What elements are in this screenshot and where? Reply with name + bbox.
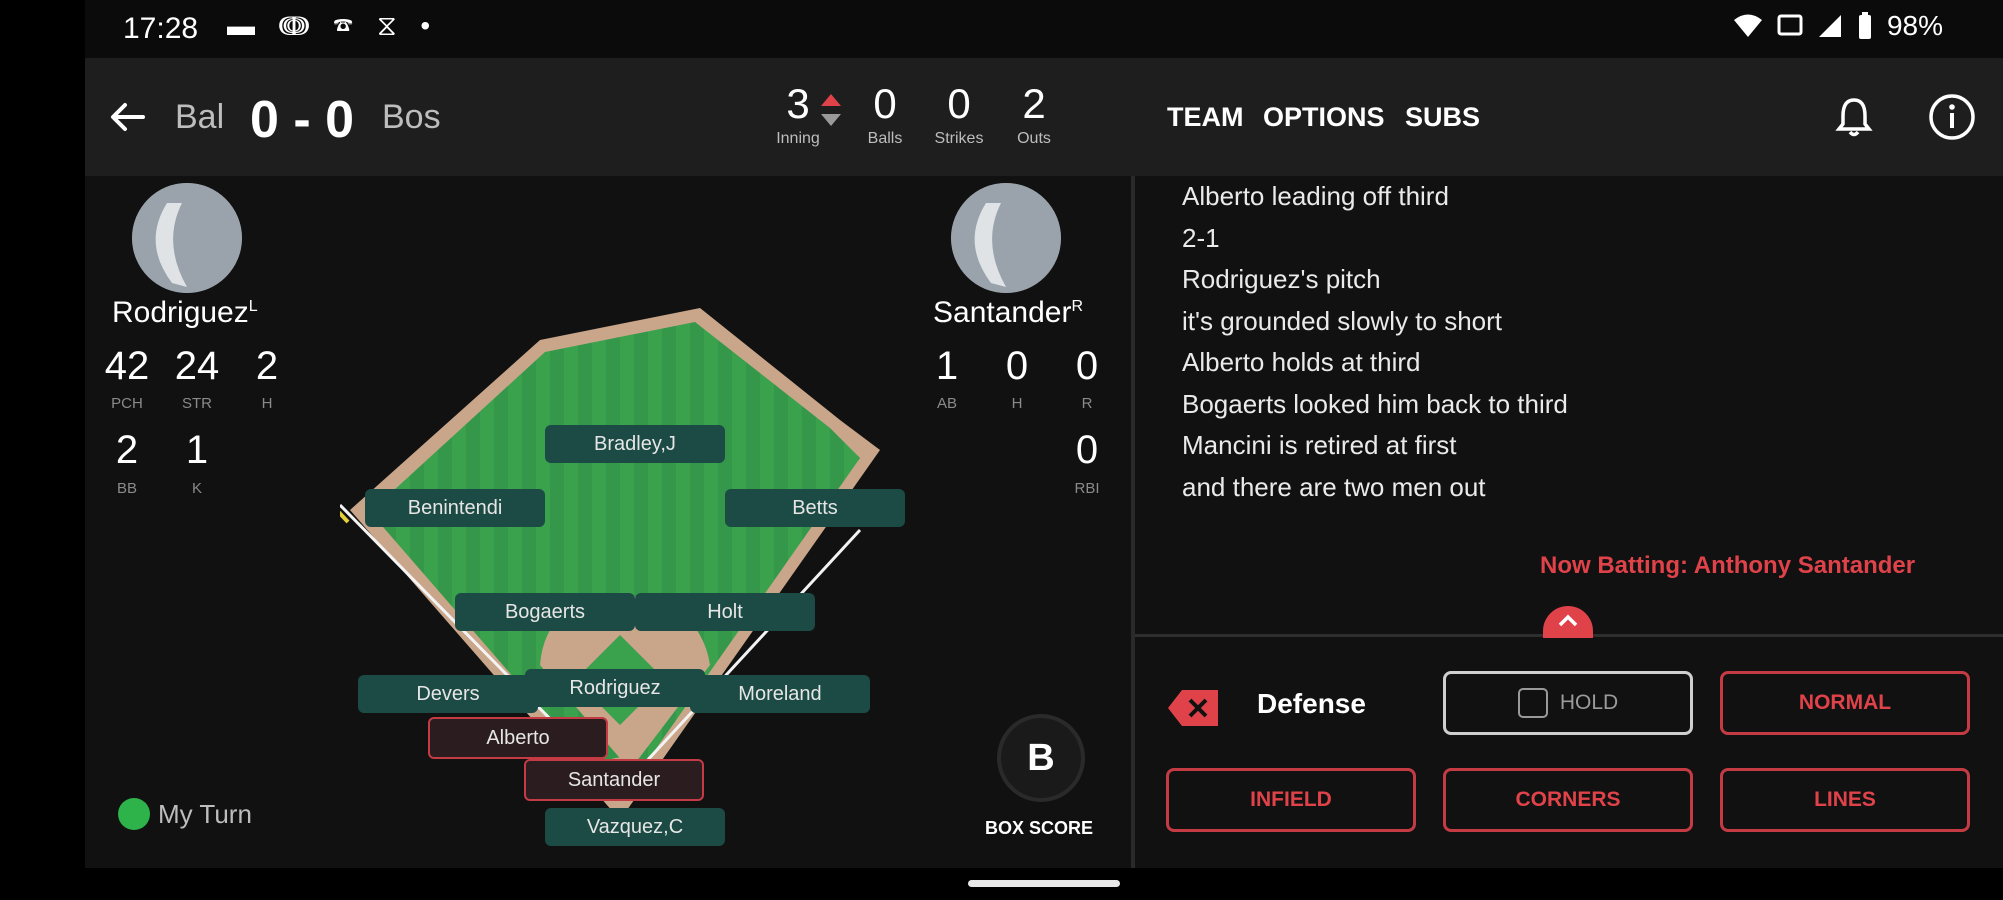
batter-name-text: Santander <box>933 296 1072 329</box>
pitcher-hand: L <box>248 298 258 315</box>
pitcher-avatar <box>132 183 242 293</box>
batter-stat-label: AB <box>936 395 957 412</box>
batter-stat-value: 0 <box>1075 428 1099 472</box>
play-by-play-line: Mancini is retired at first <box>1182 430 1457 460</box>
checkbox-icon <box>1517 688 1548 719</box>
fielder-second-base[interactable]: Holt <box>635 593 815 631</box>
fielder-pitcher[interactable]: Rodriguez <box>525 669 705 707</box>
fielder-third-base[interactable]: Devers <box>358 675 538 713</box>
normal-button[interactable]: NORMAL <box>1720 671 1970 735</box>
signal-icon <box>1818 15 1841 37</box>
game-header: Bal 0 - 0 Bos 3 Inning 0 Balls 0 Strikes… <box>85 58 2003 176</box>
battery-icon <box>1858 12 1871 39</box>
outs-stat: 2 Outs <box>1007 80 1061 148</box>
call-icon: ☎ <box>333 10 362 41</box>
clear-x-icon[interactable] <box>1168 688 1220 728</box>
pitcher-stat-value: 42 <box>104 344 150 388</box>
play-by-play-line: Alberto holds at third <box>1182 347 1421 377</box>
box-score-label[interactable]: BOX SCORE <box>985 818 1093 839</box>
home-gesture-bar[interactable] <box>968 880 1120 887</box>
pitcher-stat-value: 1 <box>185 428 209 472</box>
pitcher-stat-label: STR <box>182 395 212 412</box>
play-by-play-line: Alberto leading off third <box>1182 181 1449 211</box>
hold-label: HOLD <box>1559 691 1619 714</box>
pitcher-stat-label: H <box>261 395 273 412</box>
status-time: 17:28 <box>123 12 199 45</box>
batter-stat-value: 1 <box>935 344 959 388</box>
play-by-play-list: Alberto leading off third 2-1 Rodriguez'… <box>1182 176 1568 508</box>
turn-status-dot-icon <box>118 798 150 830</box>
lines-button[interactable]: LINES <box>1720 768 1970 832</box>
game-score: 0 - 0 <box>250 91 355 149</box>
balls-stat: 0 Balls <box>857 80 913 148</box>
status-notification-icons: ▬ ↈ ☎ ⧖ • <box>227 10 438 43</box>
my-turn-indicator: My Turn <box>118 798 252 830</box>
outs-label: Outs <box>1017 130 1051 147</box>
inning-label: Inning <box>776 130 820 147</box>
info-icon[interactable] <box>1927 92 1977 142</box>
cast-icon <box>1777 14 1803 36</box>
pitcher-stat-value: 2 <box>255 344 279 388</box>
outs-value: 2 <box>1022 80 1046 127</box>
play-by-play-line: Rodriguez's pitch <box>1182 264 1381 294</box>
box-score-button[interactable]: B <box>1001 718 1081 798</box>
infield-button[interactable]: INFIELD <box>1166 768 1416 832</box>
batter-stat-label: R <box>1081 395 1093 412</box>
batter-stat-value: 0 <box>1075 344 1099 388</box>
corners-button[interactable]: CORNERS <box>1443 768 1693 832</box>
play-by-play-line: Bogaerts looked him back to third <box>1182 388 1568 419</box>
balls-label: Balls <box>867 130 903 147</box>
status-bar: 17:28 ▬ ↈ ☎ ⧖ • 98% <box>85 0 2003 58</box>
strikes-value: 0 <box>947 80 971 127</box>
batter-stat-label: RBI <box>1074 480 1100 497</box>
battery-percent: 98% <box>1886 10 1943 41</box>
now-batting: Now Batting: Anthony Santander <box>1540 552 1916 579</box>
play-by-play-line: it's grounded slowly to short <box>1182 305 1503 336</box>
pitcher-stat-value: 2 <box>115 428 139 472</box>
pitcher-name-text: Rodriguez <box>112 296 249 329</box>
pitcher-stat-label: BB <box>116 480 137 497</box>
hold-checkbox[interactable]: HOLD <box>1443 671 1693 735</box>
fielder-catcher[interactable]: Vazquez,C <box>545 808 725 846</box>
pitcher-name: RodriguezL <box>112 296 258 330</box>
batter-stat-value: 0 <box>1005 344 1029 388</box>
notification-icon: ▬ <box>227 10 263 41</box>
fielder-left-field[interactable]: Benintendi <box>365 489 545 527</box>
batter-name: SantanderR <box>933 296 1083 330</box>
balls-value: 0 <box>873 80 897 127</box>
status-system-icons: 98% <box>1733 10 1943 42</box>
pitcher-stat-value: 24 <box>174 344 220 388</box>
pitcher-stat-label: PCH <box>111 395 143 412</box>
pitcher-stat-label: K <box>191 480 202 497</box>
tab-options[interactable]: OPTIONS <box>1263 102 1385 133</box>
play-by-play-line: 2-1 <box>1182 222 1220 253</box>
strikes-label: Strikes <box>934 130 984 147</box>
fielder-first-base[interactable]: Moreland <box>690 675 870 713</box>
wifi-icon <box>1733 14 1762 37</box>
back-arrow-icon[interactable] <box>103 92 153 142</box>
batter-stat-label: H <box>1011 395 1023 412</box>
alarm-icon: ⧖ <box>376 10 405 41</box>
my-turn-label: My Turn <box>158 798 252 829</box>
tab-subs[interactable]: SUBS <box>1405 102 1480 133</box>
inning-half-arrow-icon <box>821 94 841 126</box>
defense-label: Defense <box>1257 688 1366 719</box>
away-team: Bal <box>175 98 225 136</box>
fielder-right-field[interactable]: Betts <box>725 489 905 527</box>
bell-icon[interactable] <box>1829 92 1879 142</box>
runner-third-base[interactable]: Alberto <box>428 717 608 759</box>
strikes-stat: 0 Strikes <box>928 80 990 148</box>
batter-hand: R <box>1071 298 1084 315</box>
batter-at-plate[interactable]: Santander <box>524 759 704 801</box>
dot-icon: • <box>420 10 439 41</box>
play-by-play-line: and there are two men out <box>1182 471 1486 502</box>
home-team: Bos <box>382 98 441 136</box>
fielder-center-field[interactable]: Bradley,J <box>545 425 725 463</box>
tab-team[interactable]: TEAM <box>1167 102 1244 133</box>
fielder-shortstop[interactable]: Bogaerts <box>455 593 635 631</box>
app-icon: ↈ <box>278 10 318 41</box>
batter-avatar <box>951 183 1061 293</box>
